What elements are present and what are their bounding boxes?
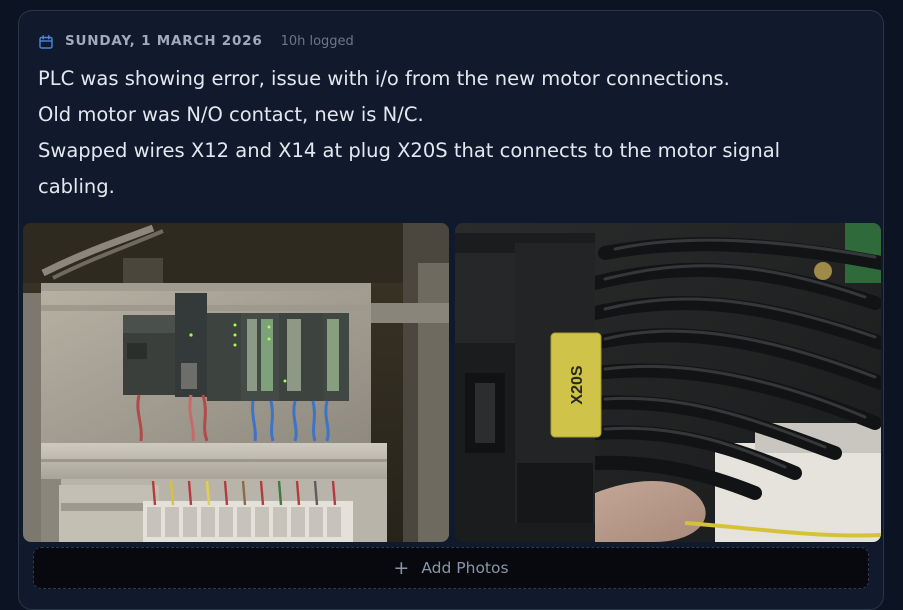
plus-icon: + [393, 556, 410, 579]
hours-logged: 10h logged [280, 33, 354, 49]
add-photos-button[interactable]: + Add Photos [33, 547, 869, 589]
entry-date: SUNDAY, 1 MARCH 2026 [65, 33, 263, 49]
plug-label: X20S [569, 365, 586, 404]
journal-entry-card: SUNDAY, 1 MARCH 2026 10h logged PLC was … [18, 10, 884, 610]
photo-x20s-plug[interactable]: X20S [455, 223, 881, 542]
entry-header: SUNDAY, 1 MARCH 2026 10h logged [39, 31, 354, 51]
add-photos-label: Add Photos [421, 559, 509, 577]
entry-line: cabling. [38, 175, 115, 198]
calendar-icon [39, 34, 53, 49]
photo-gallery: X20S [23, 223, 881, 542]
entry-line: PLC was showing error, issue with i/o fr… [38, 67, 730, 90]
entry-line: Old motor was N/O contact, new is N/C. [38, 103, 424, 126]
entry-notes: PLC was showing error, issue with i/o fr… [38, 61, 858, 205]
photo-plc-cabinet[interactable] [23, 223, 449, 542]
entry-line: Swapped wires X12 and X14 at plug X20S t… [38, 139, 781, 162]
